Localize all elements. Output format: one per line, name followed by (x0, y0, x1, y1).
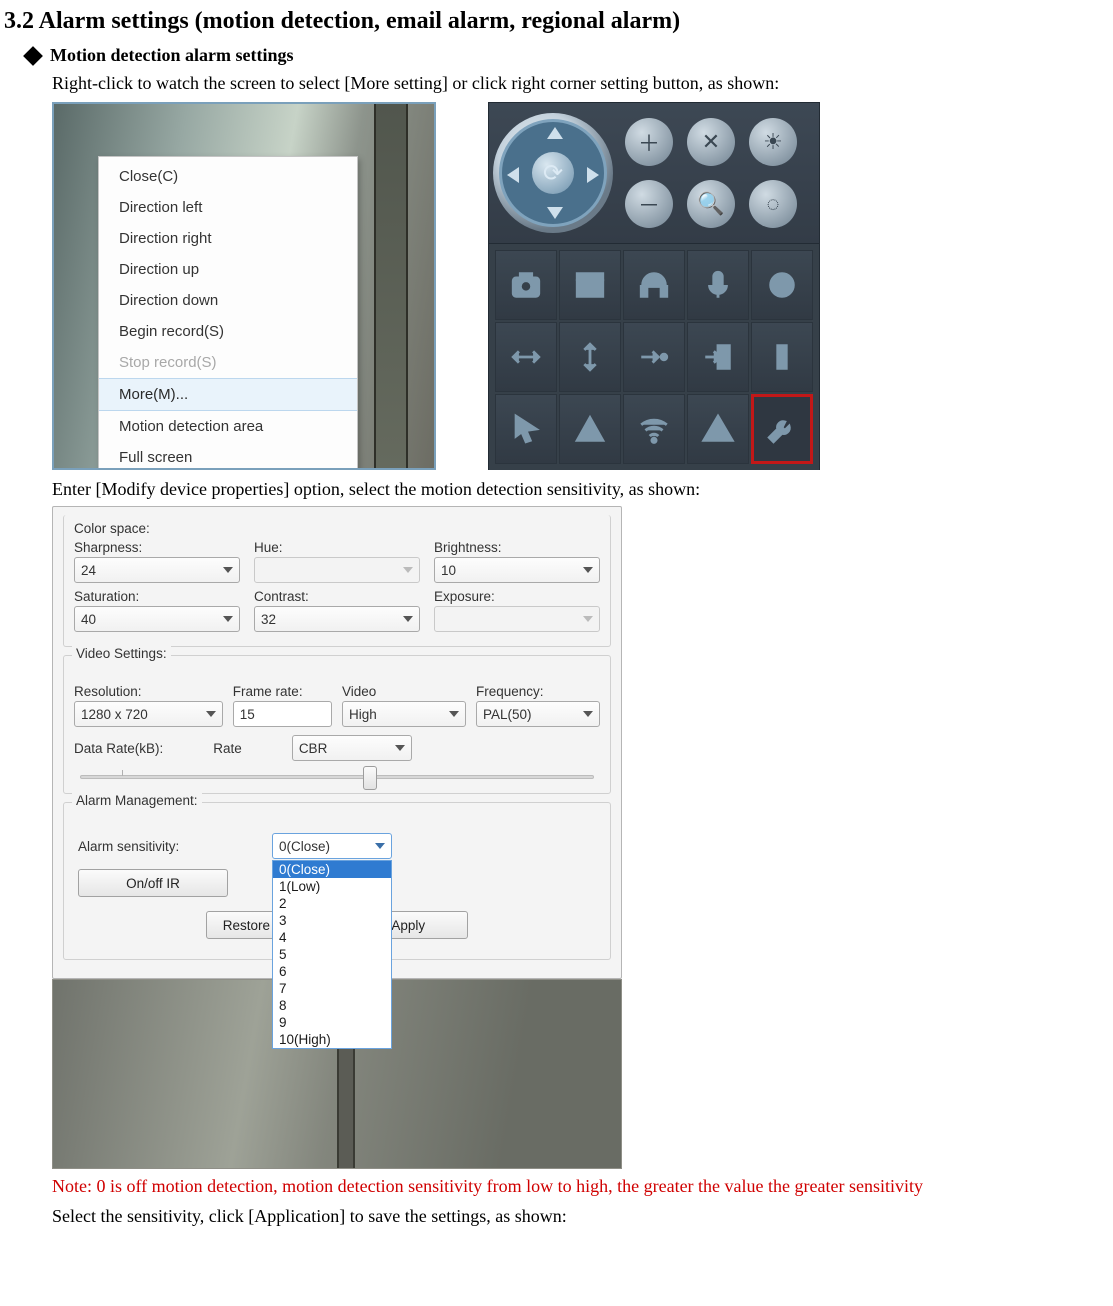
alarm-option[interactable]: 1(Low) (273, 878, 391, 895)
context-menu-item[interactable]: Direction left (99, 192, 357, 223)
hue-combo (254, 557, 420, 583)
search-icon[interactable]: 🔍 (687, 180, 735, 228)
alarm-option[interactable]: 7 (273, 980, 391, 997)
saturation-label: Saturation: (74, 589, 240, 604)
rate-label: Rate (213, 741, 242, 756)
alarm-sensitivity-dropdown[interactable]: 0(Close)1(Low)2345678910(High) (272, 860, 392, 1049)
context-menu-item[interactable]: Stop record(S) (99, 347, 357, 378)
ptz-right-icon[interactable] (587, 167, 599, 183)
intro-line-1: Right-click to watch the screen to selec… (52, 70, 1113, 96)
power-icon[interactable] (751, 250, 813, 320)
frequency-label: Frequency: (476, 684, 600, 699)
intro-line-3: Select the sensitivity, click [Applicati… (52, 1203, 1113, 1229)
context-menu-item[interactable]: Begin record(S) (99, 316, 357, 347)
ptz-left-icon[interactable] (507, 167, 519, 183)
context-menu-item[interactable]: Direction down (99, 285, 357, 316)
brightness-high-icon[interactable]: ☀ (749, 118, 797, 166)
alarm-option[interactable]: 6 (273, 963, 391, 980)
zoom-out-icon[interactable]: － (625, 180, 673, 228)
step-right-icon[interactable] (623, 322, 685, 392)
control-panel-screenshot: ⟳ ＋ ✕ ☀ － 🔍 ◌ (488, 102, 820, 470)
context-menu-item[interactable]: More(M)... (99, 378, 357, 411)
sharpness-combo[interactable]: 24 (74, 557, 240, 583)
context-menu-item[interactable]: Close(C) (99, 161, 357, 192)
rate-combo[interactable]: CBR (292, 735, 412, 761)
brightness-label: Brightness: (434, 540, 600, 555)
exposure-label: Exposure: (434, 589, 600, 604)
wifi-icon[interactable] (623, 394, 685, 464)
camera-icon[interactable] (495, 250, 557, 320)
frame-rate-input[interactable]: 15 (233, 701, 332, 727)
context-menu-item[interactable]: Direction right (99, 223, 357, 254)
bullet-heading: Motion detection alarm settings (50, 45, 293, 66)
intro-line-2: Enter [Modify device properties] option,… (52, 476, 1113, 502)
bullet-row: Motion detection alarm settings (20, 45, 1113, 66)
video-label: Video (342, 684, 466, 699)
data-rate-slider[interactable] (80, 775, 594, 779)
h-arrows-icon[interactable] (495, 322, 557, 392)
video-combo[interactable]: High (342, 701, 466, 727)
exposure-combo (434, 606, 600, 632)
sharpness-label: Sharpness: (74, 540, 240, 555)
section-title: 3.2 Alarm settings (motion detection, em… (4, 8, 1113, 35)
alarm-mgmt-legend: Alarm Management: (72, 793, 202, 808)
context-menu: Close(C)Direction leftDirection rightDir… (98, 156, 358, 470)
diamond-bullet-icon (23, 46, 43, 66)
alarm-option[interactable]: 5 (273, 946, 391, 963)
context-menu-screenshot: Close(C)Direction leftDirection rightDir… (52, 102, 436, 470)
data-rate-label: Data Rate(kB): (74, 741, 163, 756)
device-properties-screenshot: Color space: Sharpness: 24 Hue: Brightne… (52, 506, 622, 1169)
color-space-label: Color space: (74, 521, 600, 536)
bar-icon[interactable] (751, 322, 813, 392)
context-menu-item[interactable]: Motion detection area (99, 411, 357, 442)
resolution-label: Resolution: (74, 684, 223, 699)
video-settings-legend: Video Settings: (72, 646, 171, 661)
alarm-option[interactable]: 9 (273, 1014, 391, 1031)
resolution-combo[interactable]: 1280 x 720 (74, 701, 223, 727)
alarm-sensitivity-combo[interactable]: 0(Close) (272, 833, 392, 859)
alarm-option[interactable]: 2 (273, 895, 391, 912)
alarm-option[interactable]: 4 (273, 929, 391, 946)
zoom-in-icon[interactable]: ＋ (625, 118, 673, 166)
ptz-refresh-icon[interactable]: ⟳ (532, 152, 574, 194)
v-arrows-icon[interactable] (559, 322, 621, 392)
brightness-combo[interactable]: 10 (434, 557, 600, 583)
headphones-icon[interactable] (623, 250, 685, 320)
alarm-option[interactable]: 0(Close) (273, 861, 391, 878)
slider-thumb[interactable] (363, 766, 377, 790)
saturation-combo[interactable]: 40 (74, 606, 240, 632)
onoff-ir-button[interactable]: On/off IR (78, 869, 228, 897)
contrast-combo[interactable]: 32 (254, 606, 420, 632)
alarm-option[interactable]: 8 (273, 997, 391, 1014)
note-text: Note: 0 is off motion detection, motion … (52, 1173, 1113, 1199)
contrast-label: Contrast: (254, 589, 420, 604)
context-menu-item[interactable]: Full screen (99, 442, 357, 470)
close-icon[interactable]: ✕ (687, 118, 735, 166)
context-menu-item[interactable]: Direction up (99, 254, 357, 285)
mic-icon[interactable] (687, 250, 749, 320)
alarm-option[interactable]: 3 (273, 912, 391, 929)
frame-rate-label: Frame rate: (233, 684, 332, 699)
login-icon[interactable] (687, 322, 749, 392)
alarm-option[interactable]: 10(High) (273, 1031, 391, 1048)
hue-label: Hue: (254, 540, 420, 555)
wrench-icon[interactable] (751, 394, 813, 464)
alarm-sensitivity-label: Alarm sensitivity: (78, 839, 248, 854)
clapper-icon[interactable] (559, 250, 621, 320)
frequency-combo[interactable]: PAL(50) (476, 701, 600, 727)
cursor-icon[interactable] (495, 394, 557, 464)
warning-icon[interactable] (687, 394, 749, 464)
ptz-up-icon[interactable] (547, 127, 563, 139)
triangle-icon[interactable] (559, 394, 621, 464)
brightness-low-icon[interactable]: ◌ (749, 180, 797, 228)
ptz-wheel[interactable]: ⟳ (493, 113, 613, 233)
ptz-down-icon[interactable] (547, 207, 563, 219)
